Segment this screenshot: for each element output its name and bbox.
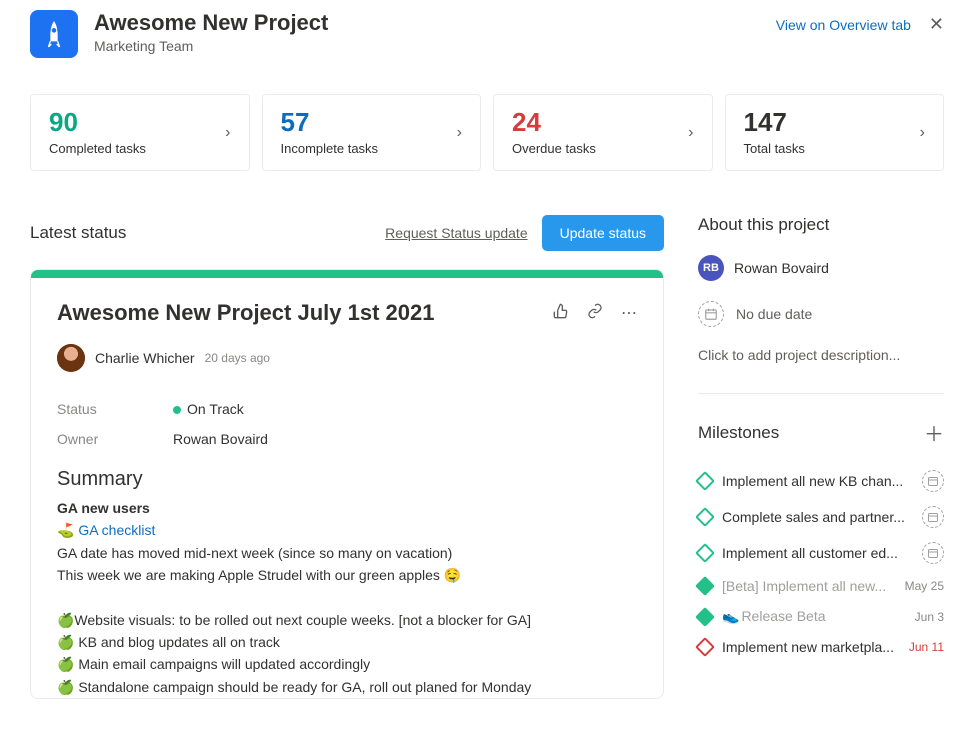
- milestone-date: Jun 3: [915, 610, 944, 624]
- milestone-item[interactable]: Implement all new KB chan...: [698, 463, 944, 499]
- stat-completed-label: Completed tasks: [49, 141, 146, 156]
- stat-total[interactable]: 147 Total tasks ›: [725, 94, 945, 171]
- post-body: GA new users ⛳ GA checklist GA date has …: [57, 497, 637, 698]
- stat-incomplete-label: Incomplete tasks: [281, 141, 379, 156]
- stat-completed-value: 90: [49, 109, 146, 135]
- like-icon[interactable]: [553, 303, 569, 324]
- ga-checklist-link[interactable]: ⛳ GA checklist: [57, 522, 155, 538]
- stat-overdue-label: Overdue tasks: [512, 141, 596, 156]
- stat-overdue-value: 24: [512, 109, 596, 135]
- update-status-button[interactable]: Update status: [542, 215, 664, 251]
- chevron-right-icon: ›: [457, 124, 462, 142]
- calendar-icon[interactable]: [922, 506, 944, 528]
- milestone-date: May 25: [905, 579, 944, 593]
- milestone-status-icon: [695, 507, 715, 527]
- stat-incomplete-value: 57: [281, 109, 379, 135]
- owner-name: Rowan Bovaird: [734, 260, 829, 276]
- milestone-status-icon: [695, 576, 715, 596]
- description-placeholder[interactable]: Click to add project description...: [698, 347, 944, 363]
- milestone-name: Implement all new KB chan...: [722, 473, 912, 489]
- milestone-item[interactable]: [Beta] Implement all new... May 25: [698, 571, 944, 601]
- author-name[interactable]: Charlie Whicher: [95, 350, 195, 366]
- team-name: Marketing Team: [94, 38, 328, 54]
- due-date-field[interactable]: No due date: [698, 301, 944, 327]
- stat-overdue[interactable]: 24 Overdue tasks ›: [493, 94, 713, 171]
- chevron-right-icon: ›: [225, 124, 230, 142]
- owner-value: Rowan Bovaird: [173, 431, 268, 447]
- calendar-icon[interactable]: [922, 470, 944, 492]
- close-icon[interactable]: ✕: [929, 14, 944, 35]
- milestones-list: Implement all new KB chan... Complete sal…: [698, 463, 944, 662]
- author-avatar[interactable]: [57, 344, 85, 372]
- milestone-status-icon: [695, 607, 715, 627]
- stats-row: 90 Completed tasks › 57 Incomplete tasks…: [30, 94, 944, 171]
- status-card: Awesome New Project July 1st 2021 ⋯: [30, 269, 664, 699]
- owner-avatar: RB: [698, 255, 724, 281]
- calendar-icon[interactable]: [922, 542, 944, 564]
- about-heading: About this project: [698, 215, 944, 235]
- milestone-item[interactable]: Implement all customer ed...: [698, 535, 944, 571]
- milestone-item[interactable]: 👟Release Beta Jun 3: [698, 601, 944, 632]
- overview-tab-link[interactable]: View on Overview tab: [776, 17, 911, 33]
- milestone-item[interactable]: Implement new marketpla... Jun 11: [698, 632, 944, 662]
- milestone-name: Complete sales and partner...: [722, 509, 912, 525]
- milestone-name: Implement new marketpla...: [722, 639, 899, 655]
- add-milestone-button[interactable]: ＋: [924, 418, 944, 447]
- post-title: Awesome New Project July 1st 2021: [57, 300, 553, 326]
- milestone-date: Jun 11: [909, 640, 944, 654]
- project-title: Awesome New Project: [94, 10, 328, 36]
- milestone-name: [Beta] Implement all new...: [722, 578, 895, 594]
- project-owner[interactable]: RB Rowan Bovaird: [698, 255, 944, 281]
- milestone-status-icon: [695, 637, 715, 657]
- project-icon: [30, 10, 78, 58]
- stat-total-value: 147: [744, 109, 805, 135]
- stat-total-label: Total tasks: [744, 141, 805, 156]
- post-timestamp: 20 days ago: [205, 351, 270, 365]
- milestones-heading: Milestones: [698, 423, 779, 443]
- milestone-status-icon: [695, 471, 715, 491]
- divider: [698, 393, 944, 394]
- latest-status-heading: Latest status: [30, 223, 385, 243]
- status-value: On Track: [173, 401, 244, 417]
- more-icon[interactable]: ⋯: [621, 303, 637, 324]
- header: Awesome New Project Marketing Team View …: [30, 10, 944, 58]
- request-status-link[interactable]: Request Status update: [385, 225, 527, 241]
- owner-label: Owner: [57, 431, 173, 447]
- summary-heading: Summary: [57, 468, 637, 491]
- chevron-right-icon: ›: [688, 124, 693, 142]
- milestone-status-icon: [695, 543, 715, 563]
- milestone-name: 👟Release Beta: [722, 608, 905, 625]
- stat-completed[interactable]: 90 Completed tasks ›: [30, 94, 250, 171]
- status-label: Status: [57, 401, 173, 417]
- milestone-item[interactable]: Complete sales and partner...: [698, 499, 944, 535]
- copy-link-icon[interactable]: [587, 303, 603, 324]
- status-stripe: [31, 270, 663, 278]
- chevron-right-icon: ›: [920, 124, 925, 142]
- calendar-icon: [698, 301, 724, 327]
- stat-incomplete[interactable]: 57 Incomplete tasks ›: [262, 94, 482, 171]
- milestone-name: Implement all customer ed...: [722, 545, 912, 561]
